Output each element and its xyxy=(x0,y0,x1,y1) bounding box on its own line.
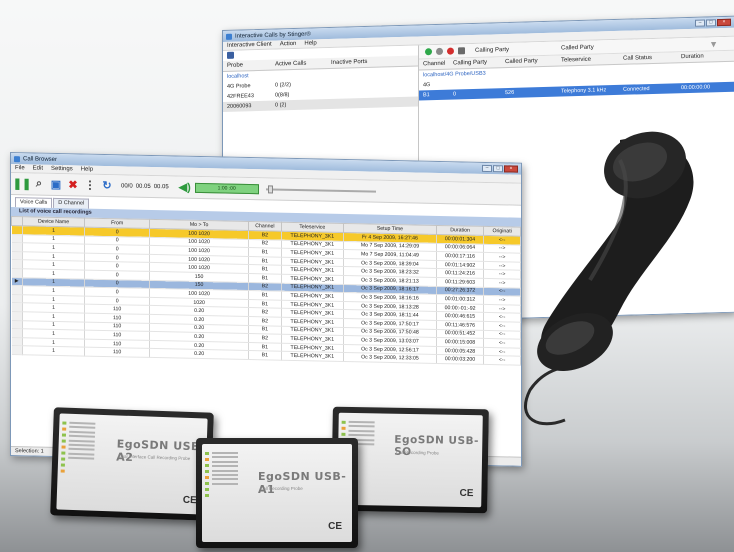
col-duration[interactable]: Duration xyxy=(677,54,704,61)
maximize-button[interactable]: □ xyxy=(706,19,716,27)
cell-teleservice: Telephony 3.1 kHz xyxy=(561,87,607,95)
called-party-filter[interactable]: Called Party xyxy=(561,44,594,51)
pause-icon[interactable]: ❚❚ xyxy=(13,177,31,191)
close-button[interactable]: × xyxy=(717,18,731,27)
probe-name: 20060093 xyxy=(227,103,252,110)
menu-interactive-client[interactable]: Interactive Client xyxy=(227,42,272,49)
cell-from: 110 xyxy=(84,347,150,358)
col-channel[interactable]: Channel xyxy=(419,61,449,68)
delete-icon[interactable]: ✖ xyxy=(66,178,80,192)
col-active-calls[interactable]: Active Calls xyxy=(271,60,327,68)
probe-name: 42FREE43 xyxy=(227,93,254,100)
col-inactive-ports[interactable]: Inactive Ports xyxy=(327,59,367,66)
row-header[interactable] xyxy=(11,294,23,304)
ce-mark: CE xyxy=(459,487,474,500)
col-teleservice[interactable]: Teleservice xyxy=(557,56,619,64)
playback-time-display: 1:00 :00 xyxy=(194,182,259,194)
row-header[interactable] xyxy=(11,234,23,243)
menu-action[interactable]: Action xyxy=(280,41,297,47)
row-header[interactable] xyxy=(11,268,23,278)
row-header[interactable]: ▶ xyxy=(11,277,23,286)
menu-settings[interactable]: Settings xyxy=(51,166,73,172)
counter-2: 00.05 xyxy=(135,183,151,190)
ce-mark: CE xyxy=(328,521,342,532)
menu-edit[interactable]: Edit xyxy=(33,165,43,171)
app-icon xyxy=(14,155,20,162)
probe-name: localhost xyxy=(227,73,249,80)
row-header[interactable] xyxy=(11,337,23,347)
menu-help[interactable]: Help xyxy=(81,166,93,172)
row-header[interactable] xyxy=(11,259,23,269)
probe-active: 0 (2) xyxy=(275,102,287,109)
row-header[interactable] xyxy=(11,345,23,355)
play-icon[interactable] xyxy=(425,48,432,56)
cell-teleservice: TELEPHONY_3K1 xyxy=(281,351,344,362)
row-header[interactable] xyxy=(11,251,23,261)
device-brand-a1: EgoSDN USB-A1 xyxy=(258,470,347,496)
interactive-title: Interactive Calls by Stinger® xyxy=(235,31,311,40)
probe-active: 0(8/8) xyxy=(275,92,290,99)
table-body: 1 0 100 1020 B2 TELEPHONY_3K1 Fr 4 Sep 2009, … xyxy=(11,225,521,366)
probe-active: 0 (2/2) xyxy=(275,82,291,89)
row-header[interactable] xyxy=(11,302,23,312)
row-header[interactable] xyxy=(11,242,23,252)
playback-slider[interactable] xyxy=(265,184,376,194)
probe-name: 4G Probe xyxy=(227,83,251,90)
callbrowser-title: Call Browser xyxy=(23,155,58,163)
cell-calling: 0 xyxy=(453,91,457,98)
close-button[interactable]: × xyxy=(504,165,518,173)
pause-icon[interactable] xyxy=(436,47,443,56)
cell-status: Connected xyxy=(623,86,650,93)
row-header[interactable] xyxy=(11,311,23,321)
cell-device: 1 xyxy=(22,346,85,356)
device-usb-a2: EgoSDN USB-A2 Dual Interface Call Record… xyxy=(50,407,214,521)
app-icon xyxy=(226,33,232,40)
slider-thumb[interactable] xyxy=(267,184,273,194)
cell-duration: 00:00:00:00 xyxy=(681,84,711,92)
device-usb-a1: EgoSDN USB-A1 Call Recording Probe CE xyxy=(196,438,358,548)
col-rowhdr xyxy=(11,216,23,226)
menu-help[interactable]: Help xyxy=(304,40,316,46)
speaker-icon[interactable]: ◀) xyxy=(178,180,192,194)
minimize-button[interactable]: – xyxy=(695,19,705,27)
cell-to: 0.20 xyxy=(149,348,249,360)
save-icon[interactable]: ▣ xyxy=(49,177,63,191)
counter-3: 00.05 xyxy=(153,183,169,190)
cell-origination: <-- xyxy=(483,355,521,366)
recordings-table: Device Name From Mo > To Channel Teleser… xyxy=(11,216,521,366)
subgroup-label: 4G xyxy=(423,82,431,89)
col-call-status[interactable]: Call Status xyxy=(619,54,677,62)
minimize-button[interactable]: – xyxy=(482,164,492,173)
counter-1: 00/0 xyxy=(121,182,133,190)
stop-icon[interactable] xyxy=(458,47,465,55)
record-icon[interactable] xyxy=(447,47,454,55)
filter-icon[interactable]: ▼ xyxy=(709,39,718,49)
device-sub-a1: Call Recording Probe xyxy=(260,486,303,491)
cell-called: 526 xyxy=(505,89,515,97)
cell-channel: B1 xyxy=(248,350,282,361)
calling-party-filter[interactable]: Calling Party xyxy=(475,46,509,53)
refresh-icon[interactable]: ↻ xyxy=(100,178,114,192)
row-header[interactable] xyxy=(11,225,23,235)
row-header[interactable] xyxy=(11,328,23,338)
ce-mark: CE xyxy=(182,494,197,507)
col-calling-party[interactable]: Calling Party xyxy=(449,59,501,67)
cell-channel: B1 xyxy=(423,92,430,99)
col-called-party[interactable]: Called Party xyxy=(501,58,557,66)
cell-duration: 00:00:03:200 xyxy=(436,354,484,365)
traffic-light-icon[interactable]: ⋮ xyxy=(83,178,97,192)
row-header[interactable] xyxy=(11,320,23,329)
device-brand-a2: EgoSDN USB-A2 xyxy=(116,437,206,465)
search-icon[interactable]: ⌕ xyxy=(32,177,46,191)
menu-file[interactable]: File xyxy=(15,165,25,171)
row-header[interactable] xyxy=(11,285,23,295)
maximize-button[interactable]: □ xyxy=(493,165,503,173)
device-sub-so: Call Recording Probe xyxy=(396,449,439,456)
col-probe[interactable]: Probe xyxy=(223,62,271,69)
cell-setup-time: Oc 3 Sep 2009, 12:33:05 xyxy=(343,352,437,364)
probe-toolbar-icon[interactable] xyxy=(227,51,234,59)
